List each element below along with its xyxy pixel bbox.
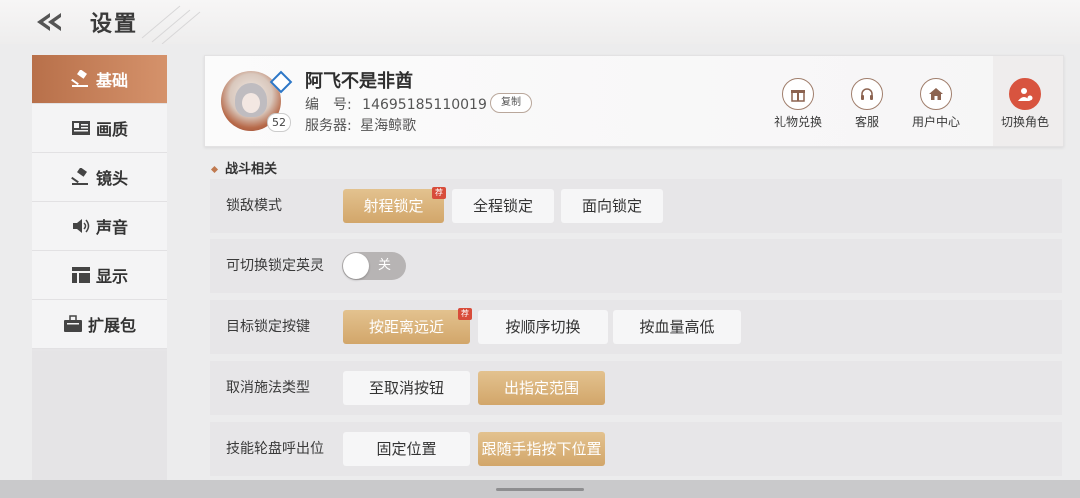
option-by-order[interactable]: 按顺序切换 <box>478 310 608 344</box>
gift-icon <box>782 78 814 110</box>
option-by-health[interactable]: 按血量高低 <box>613 310 741 344</box>
section-bullet-icon <box>210 165 219 174</box>
avatar-face <box>242 93 260 113</box>
option-out-of-range[interactable]: 出指定范围 <box>478 371 605 405</box>
image-icon <box>71 119 91 137</box>
camera-icon <box>71 168 91 186</box>
home-icon <box>920 78 952 110</box>
back-icon[interactable] <box>34 9 74 35</box>
server-row: 服务器: 星海鲸歌 <box>305 115 416 135</box>
top-bar: 设置 <box>0 0 1080 44</box>
gift-redeem-label: 礼物兑换 <box>773 115 822 129</box>
setting-row-cancel-cast: 取消施法类型 至取消按钮 出指定范围 <box>210 361 1062 415</box>
switch-role-button[interactable]: 切换角色 <box>985 78 1065 130</box>
option-label: 至取消按钮 <box>368 379 444 397</box>
sidebar-item-label: 画质 <box>95 120 128 139</box>
option-label: 按距离远近 <box>368 318 444 336</box>
page-title: 设置 <box>90 12 139 37</box>
setting-label: 技能轮盘呼出位 <box>226 441 324 457</box>
speaker-icon <box>71 217 91 235</box>
section-title: 战斗相关 <box>225 162 278 177</box>
option-facing-lock[interactable]: 面向锁定 <box>561 189 663 223</box>
user-center-button[interactable]: 用户中心 <box>896 78 976 130</box>
copy-id-button[interactable]: 复制 <box>490 93 532 113</box>
setting-row-target-lock-key: 目标锁定按键 按距离远近 荐 按顺序切换 按血量高低 <box>210 300 1062 354</box>
player-id-row: 编 号: 14695185110019 <box>305 94 487 114</box>
sidebar-item-camera[interactable]: 镜头 <box>32 153 167 202</box>
user-switch-icon <box>1009 78 1041 110</box>
headset-icon <box>851 78 883 110</box>
option-label: 出指定范围 <box>503 379 579 397</box>
option-to-cancel-button[interactable]: 至取消按钮 <box>343 371 470 405</box>
setting-label: 锁敌模式 <box>226 198 282 214</box>
layout-icon <box>71 266 91 284</box>
toggle-state-label: 关 <box>378 258 392 273</box>
player-name: 阿飞不是非酋 <box>305 71 413 92</box>
sidebar-item-graphics[interactable]: 画质 <box>32 104 167 153</box>
option-by-distance[interactable]: 按距离远近 荐 <box>343 308 472 344</box>
setting-label: 取消施法类型 <box>226 380 310 396</box>
sidebar: 基础 画质 镜头 声音 显示 扩展包 <box>32 55 167 480</box>
gavel-icon <box>71 70 91 88</box>
sidebar-item-expansion[interactable]: 扩展包 <box>32 300 167 349</box>
gift-redeem-button[interactable]: 礼物兑换 <box>758 78 838 130</box>
option-fixed-position[interactable]: 固定位置 <box>343 432 470 466</box>
option-label: 面向锁定 <box>581 197 642 215</box>
sidebar-item-label: 基础 <box>95 71 128 90</box>
option-label: 按血量高低 <box>639 318 715 336</box>
sidebar-item-display[interactable]: 显示 <box>32 251 167 300</box>
sidebar-item-label: 镜头 <box>95 169 128 188</box>
option-range-lock[interactable]: 射程锁定 荐 <box>343 187 446 223</box>
recommended-badge: 荐 <box>458 308 472 320</box>
option-label: 跟随手指按下位置 <box>481 440 602 458</box>
switch-lock-toggle[interactable]: 关 <box>342 252 406 280</box>
player-id-value: 14695185110019 <box>362 97 487 113</box>
sidebar-item-label: 扩展包 <box>87 316 136 335</box>
sidebar-item-label: 声音 <box>95 218 128 237</box>
sidebar-item-label: 显示 <box>95 267 128 286</box>
level-badge: 52 <box>267 113 291 132</box>
user-center-label: 用户中心 <box>911 115 960 129</box>
option-label: 全程锁定 <box>472 197 533 215</box>
option-label: 射程锁定 <box>363 197 424 215</box>
sidebar-item-basic[interactable]: 基础 <box>32 55 167 104</box>
option-label: 按顺序切换 <box>505 318 581 336</box>
briefcase-icon <box>63 315 83 333</box>
setting-row-skill-wheel: 技能轮盘呼出位 固定位置 跟随手指按下位置 <box>210 422 1062 476</box>
customer-service-button[interactable]: 客服 <box>827 78 907 130</box>
profile-card: 52 阿飞不是非酋 编 号: 14695185110019 复制 服务器: 星海… <box>204 55 1064 147</box>
setting-label: 目标锁定按键 <box>226 319 310 335</box>
player-id-label: 编 号: <box>305 97 352 113</box>
switch-role-label: 切换角色 <box>1000 115 1049 129</box>
section-header: 战斗相关 <box>210 158 278 177</box>
home-indicator[interactable] <box>496 488 584 491</box>
recommended-badge: 荐 <box>432 187 446 199</box>
setting-row-switch-lock: 可切换锁定英灵 关 <box>210 239 1062 293</box>
server-label: 服务器: <box>305 118 352 134</box>
option-label: 固定位置 <box>376 440 437 458</box>
toggle-knob <box>343 253 369 279</box>
setting-row-lock-mode: 锁敌模式 射程锁定 荐 全程锁定 面向锁定 <box>210 179 1062 233</box>
customer-service-label: 客服 <box>854 115 879 129</box>
option-follow-finger[interactable]: 跟随手指按下位置 <box>478 432 605 466</box>
decorative-lines <box>141 5 201 44</box>
sidebar-item-sound[interactable]: 声音 <box>32 202 167 251</box>
option-full-lock[interactable]: 全程锁定 <box>452 189 554 223</box>
setting-label: 可切换锁定英灵 <box>226 258 324 274</box>
sidebar-empty-area <box>32 351 167 480</box>
server-value: 星海鲸歌 <box>360 118 417 134</box>
